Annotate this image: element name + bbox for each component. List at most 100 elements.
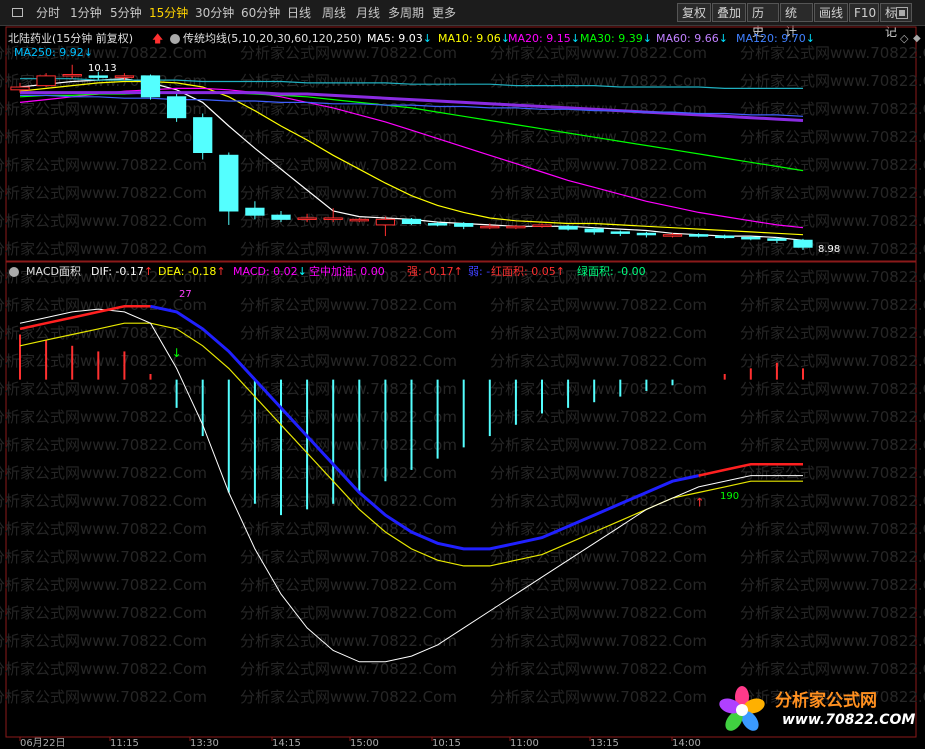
- macd-label-7: 绿面积: -0.00: [577, 264, 646, 279]
- watermark-text: 分析家公式网www.70822.Com: [740, 632, 925, 650]
- watermark-text: 分析家公式网www.70822.Com: [0, 156, 207, 174]
- watermark-text: 分析家公式网www.70822.Com: [240, 156, 457, 174]
- candle-body: [323, 217, 343, 220]
- macd-value: 强: -0.17: [407, 265, 454, 278]
- watermark-text: 分析家公式网www.70822.Com: [240, 44, 457, 62]
- trend-arrow-icon: ↓: [297, 265, 307, 278]
- candle-body: [506, 225, 526, 229]
- candle-body: [193, 117, 213, 154]
- down-arrow-icon: ↓: [642, 32, 652, 45]
- watermark-text: 分析家公式网www.70822.Com: [240, 380, 457, 398]
- watermark-text: 分析家公式网www.70822.Com: [0, 688, 207, 706]
- candle-body: [767, 238, 787, 241]
- watermark-text: 分析家公式网www.70822.Com: [240, 436, 457, 454]
- ma-label-3: MA30: 9.39↓: [580, 31, 652, 46]
- ma250-arrow: ↓: [83, 46, 93, 59]
- macd-label-5: 弱: -: [468, 264, 490, 279]
- expand-icon[interactable]: ◆: [913, 31, 921, 46]
- candle-body: [584, 228, 604, 233]
- diamond-icon[interactable]: ◇: [900, 31, 908, 46]
- ma250-label: MA250: 9.92↓: [14, 45, 93, 60]
- watermark-text: 分析家公式网www.70822.Com: [740, 576, 925, 594]
- macd-label-0: DIF: -0.17↑: [91, 264, 153, 279]
- watermark-text: 分析家公式网www.70822.Com: [240, 688, 457, 706]
- watermark-text: 分析家公式网www.70822.Com: [490, 660, 707, 678]
- watermark-text: 分析家公式网www.70822.Com: [740, 464, 925, 482]
- watermark-text: 分析家公式网www.70822.Com: [0, 184, 207, 202]
- low-price-label: 8.98: [818, 244, 841, 255]
- macd-label-6: 红面积: 0.05↑: [491, 264, 565, 279]
- watermark-text: 分析家公式网www.70822.Com: [490, 408, 707, 426]
- watermark-text: 分析家公式网www.70822.Com: [490, 324, 707, 342]
- macd-label-2: MACD: 0.02↓: [233, 264, 307, 279]
- weak-line: [150, 304, 699, 551]
- ma-label-2: MA20: 9.15↓: [508, 31, 580, 46]
- down-arrow-icon: ↓: [422, 32, 432, 45]
- x-axis-tick-label: 15:00: [350, 738, 379, 749]
- watermark-text: 分析家公式网www.70822.Com: [0, 660, 207, 678]
- candle-body: [36, 75, 56, 87]
- watermark-text: 分析家公式网www.70822.Com: [740, 436, 925, 454]
- watermark-text: 分析家公式网www.70822.Com: [0, 212, 207, 230]
- candle-body: [166, 96, 187, 119]
- watermark-text: 分析家公式网www.70822.Com: [0, 576, 207, 594]
- ma-label-0: MA5: 9.03↓: [367, 31, 432, 46]
- ma-value: MA60: 9.66: [656, 32, 719, 45]
- candle-body: [219, 154, 239, 212]
- x-axis-tick-label: 13:15: [590, 738, 619, 749]
- watermark-text: 分析家公式网www.70822.Com: [740, 184, 925, 202]
- watermark-text: 分析家公式网www.70822.Com: [740, 352, 925, 370]
- chart-window: 分时 1分钟 5分钟 15分钟 30分钟 60分钟 日线 周线 月线 多周期 更多 复权 叠加 历史 统计…: [0, 0, 925, 749]
- ma250-value: MA250: 9.92: [14, 46, 84, 59]
- annotation-top: 27: [179, 289, 192, 300]
- candle-body: [741, 236, 761, 240]
- watermark-text: 分析家公式网www.70822.Com: [0, 548, 207, 566]
- watermark-text: 分析家公式网www.70822.Com: [0, 632, 207, 650]
- candle-body: [375, 218, 396, 226]
- x-axis-tick-label: 10:15: [432, 738, 461, 749]
- chart-canvas[interactable]: 分析家公式网www.70822.Com 分析家公式网www.70822.Com 分析…: [0, 0, 925, 749]
- watermark-text: 分析家公式网www.70822.Com: [0, 128, 207, 146]
- watermark-text: 分析家公式网www.70822.Com: [490, 296, 707, 314]
- sub-indicator-menu-icon[interactable]: [9, 267, 19, 277]
- watermark-text: 分析家公式网www.70822.Com: [240, 520, 457, 538]
- stock-title: 北陆药业(15分钟 前复权): [8, 32, 134, 45]
- candle-body: [88, 75, 108, 78]
- trend-arrow-icon: ↑: [216, 265, 226, 278]
- watermark-text: 分析家公式网www.70822.Com: [740, 212, 925, 230]
- watermark-text: 分析家公式网www.70822.Com: [740, 380, 925, 398]
- candle-body: [427, 223, 448, 226]
- candle-body: [401, 218, 422, 225]
- candle-body: [10, 86, 30, 91]
- macd-value: 红面积: 0.05: [491, 265, 556, 278]
- watermark-text: 分析家公式网www.70822.Com: [490, 156, 707, 174]
- candle-body: [140, 75, 161, 98]
- x-axis-tick-label: 13:30: [190, 738, 219, 749]
- watermark-text: 分析家公式网www.70822.Com: [740, 268, 925, 286]
- ma-value: MA30: 9.39: [580, 32, 643, 45]
- sub-indicator-name: MACD面积: [26, 265, 81, 278]
- macd-value: 空中加油: 0.00: [309, 265, 385, 278]
- watermark-text: 分析家公式网www.70822.Com: [240, 352, 457, 370]
- x-axis-tick-label: 06月22日: [20, 737, 65, 749]
- ma-value: MA10: 9.06: [438, 32, 501, 45]
- trend-arrow-icon: ↑: [143, 265, 154, 278]
- watermark-text: 分析家公式网www.70822.Com: [490, 44, 707, 62]
- watermark-text: 分析家公式网www.70822.Com: [490, 436, 707, 454]
- watermark-text: 分析家公式网www.70822.Com: [490, 548, 707, 566]
- up-arrow-icon: 🡅: [152, 32, 164, 45]
- macd-value: 绿面积: -0.00: [577, 265, 646, 278]
- indicator-menu-icon[interactable]: [170, 34, 180, 44]
- ma-value: MA5: 9.03: [367, 32, 423, 45]
- candle-body: [662, 234, 683, 237]
- logo-name: 分析家公式网: [775, 691, 877, 711]
- down-arrow-icon: ↓: [570, 32, 580, 45]
- watermark-text: 分析家公式网www.70822.Com: [490, 520, 707, 538]
- down-arrow-icon: ↓: [805, 32, 815, 45]
- watermark-text: 分析家公式网www.70822.Com: [240, 408, 457, 426]
- candle-body: [532, 224, 552, 227]
- watermark-text: 分析家公式网www.70822.Com: [490, 128, 707, 146]
- candle-body: [636, 232, 657, 236]
- watermark-text: 分析家公式网www.70822.Com: [490, 576, 707, 594]
- ma-label-4: MA60: 9.66↓: [656, 31, 728, 46]
